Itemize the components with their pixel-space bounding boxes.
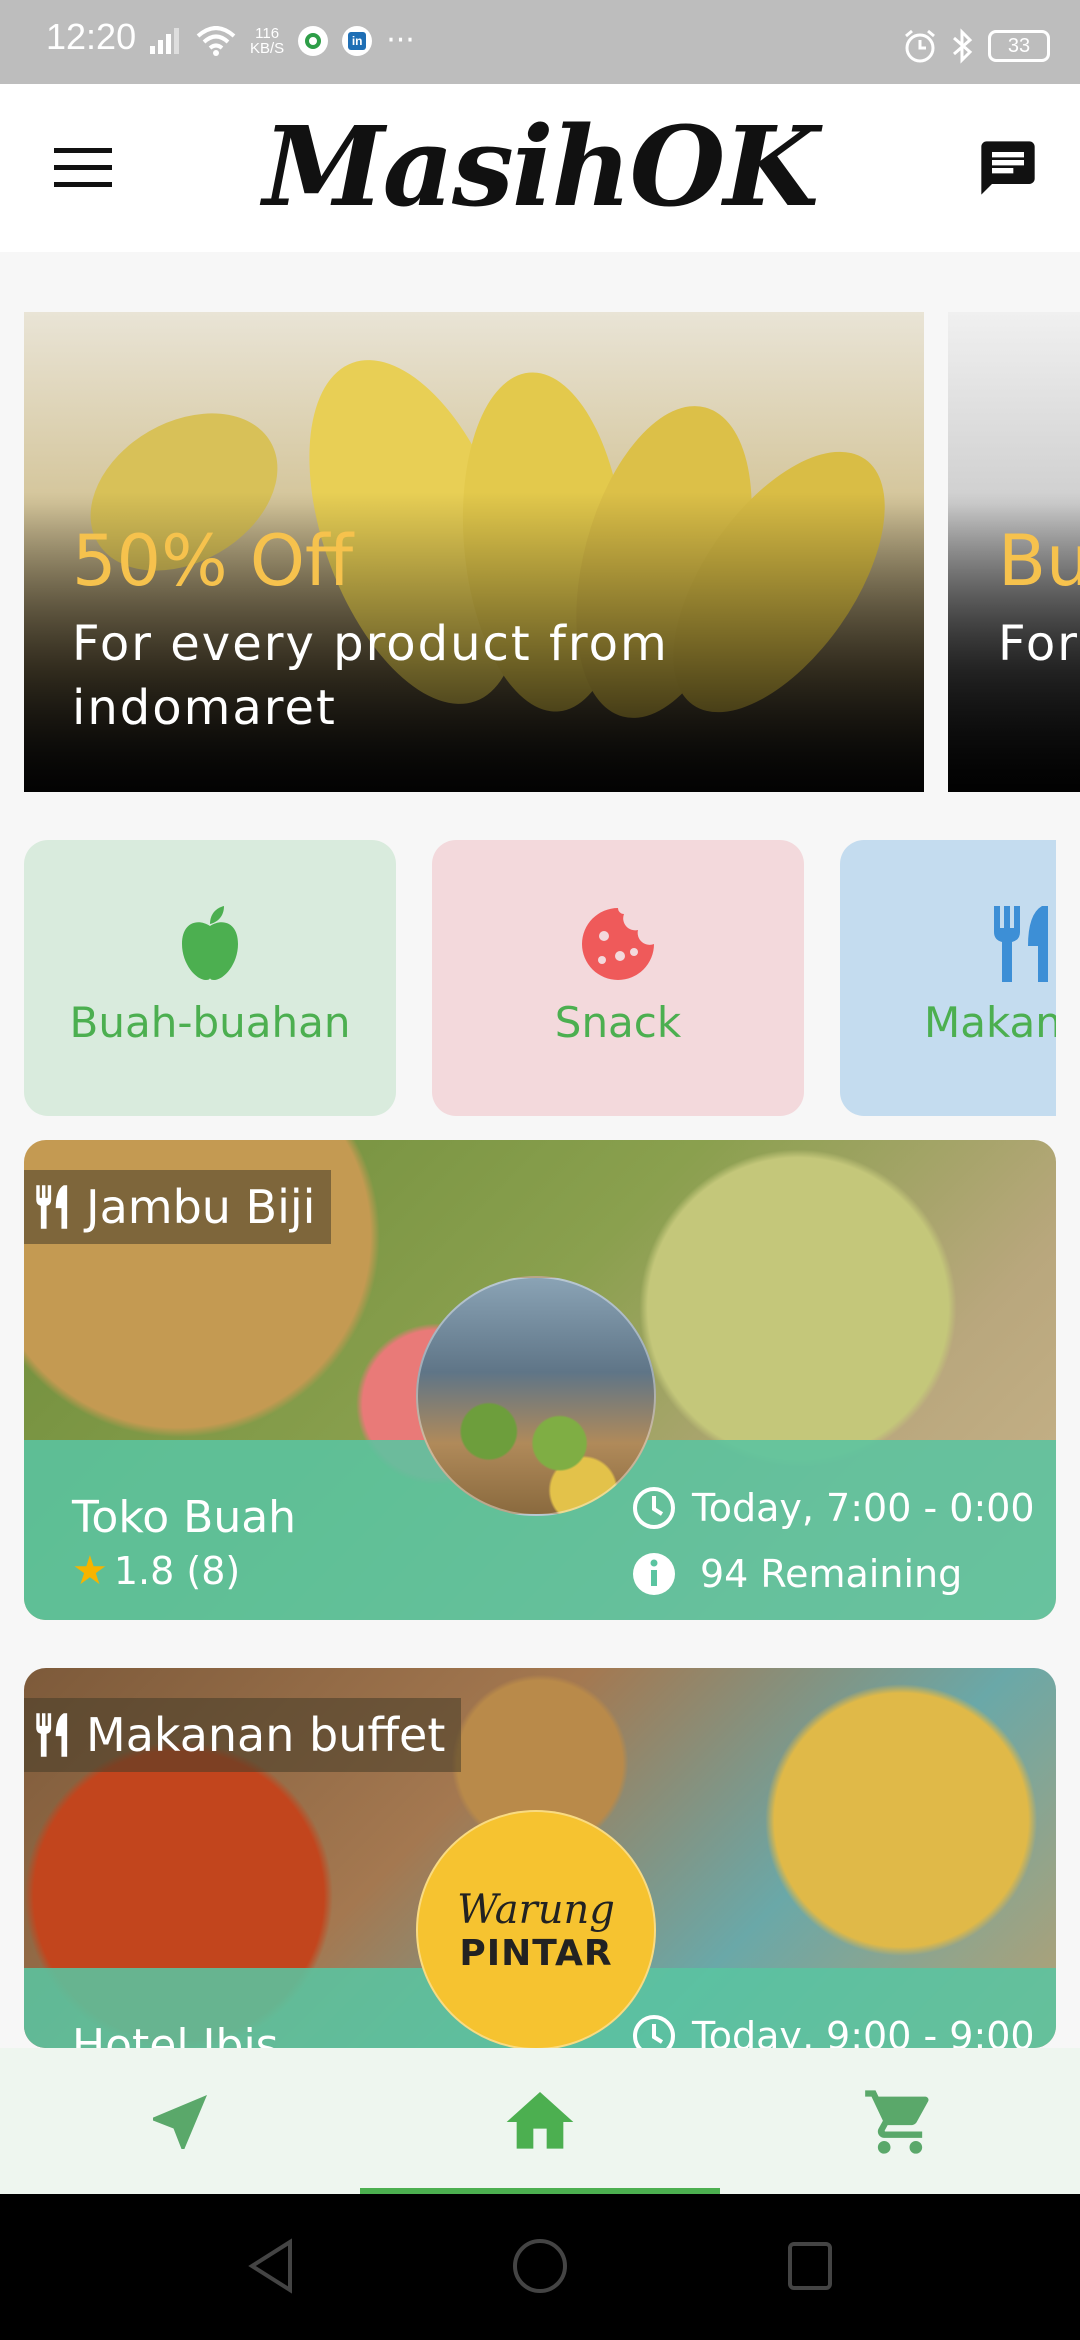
promo-banner[interactable]: 50% Off For every product from indomaret <box>24 312 924 792</box>
cookie-icon <box>582 908 654 980</box>
home-icon <box>506 2092 574 2149</box>
banner-title: 50% Off <box>72 520 354 602</box>
bottom-navigation <box>0 2048 1080 2196</box>
chat-icon[interactable] <box>976 136 1040 200</box>
status-bar: 12:20 116 KB/S in ··· 33 <box>0 0 1080 84</box>
promo-banner[interactable]: Bu For Bua <box>948 312 1080 792</box>
more-icon: ··· <box>386 23 415 58</box>
banner-subtitle: For Bua <box>998 616 1080 672</box>
status-time: 12:20 <box>46 16 137 57</box>
product-tag: Jambu Biji <box>24 1170 332 1244</box>
utensils-icon <box>36 1185 68 1229</box>
status-left-icons: 116 KB/S in ··· <box>150 26 415 56</box>
star-icon: ★ <box>72 1548 108 1594</box>
clock-icon <box>633 1487 675 1529</box>
category-label: Snack <box>554 998 682 1047</box>
battery-icon: 33 <box>988 30 1050 62</box>
utensils-icon <box>994 906 1048 982</box>
app-logo: MasihOK <box>262 102 819 231</box>
home-button-icon[interactable] <box>512 2238 568 2294</box>
signal-icon <box>150 28 179 54</box>
app-bar: MasihOK <box>0 84 1080 252</box>
category-snack[interactable]: Snack <box>432 840 804 1116</box>
category-list: Buah-buahan Snack Makan B <box>24 840 1056 1116</box>
nav-home[interactable] <box>500 2082 580 2162</box>
store-avatar: Warung PINTAR <box>416 1810 656 2048</box>
store-name: Hotel Ibis <box>72 2020 279 2048</box>
network-speed: 116 KB/S <box>250 25 285 57</box>
nav-explore[interactable] <box>140 2082 220 2162</box>
store-name: Toko Buah <box>72 1492 297 1543</box>
status-right-icons: 33 <box>902 28 1050 64</box>
alarm-icon <box>905 29 935 63</box>
store-hours: Today, 9:00 - 9:00 <box>632 2014 1035 2048</box>
bluetooth-icon <box>953 28 973 64</box>
app-notification-icon <box>298 26 329 56</box>
system-navigation-bar <box>0 2194 1080 2340</box>
category-makan[interactable]: Makan B <box>840 840 1056 1116</box>
store-logo-line2: PINTAR <box>459 1932 613 1974</box>
back-icon[interactable] <box>246 2238 296 2294</box>
category-label: Makan B <box>924 998 1056 1047</box>
recents-icon[interactable] <box>786 2238 834 2294</box>
category-buah[interactable]: Buah-buahan <box>24 840 396 1116</box>
product-tag: Makanan buffet <box>24 1698 462 1772</box>
info-icon <box>633 1553 675 1595</box>
store-hours: Today, 7:00 - 0:00 <box>632 1486 1035 1530</box>
cart-icon <box>865 2090 929 2154</box>
banner-title: Bu <box>998 520 1080 602</box>
wifi-icon <box>196 26 236 56</box>
store-card[interactable]: Makanan buffet Warung PINTAR Hotel Ibis … <box>24 1668 1056 2048</box>
product-tag-label: Jambu Biji <box>86 1180 316 1234</box>
clock-icon <box>633 2015 675 2048</box>
navigation-icon <box>153 2095 207 2149</box>
nav-cart[interactable] <box>860 2082 940 2162</box>
banner-subtitle: For every product from indomaret <box>72 616 669 736</box>
store-remaining: 94 Remaining <box>632 1552 962 1596</box>
store-logo-line1: Warung <box>457 1886 615 1933</box>
store-avatar <box>416 1276 656 1516</box>
store-rating: ★ 1.8 (8) <box>72 1548 241 1594</box>
utensils-icon <box>36 1713 68 1757</box>
category-label: Buah-buahan <box>69 998 351 1047</box>
store-card[interactable]: Jambu Biji Toko Buah ★ 1.8 (8) Today, 7:… <box>24 1140 1056 1620</box>
apple-icon <box>182 906 238 980</box>
linkedin-icon: in <box>342 26 373 56</box>
product-tag-label: Makanan buffet <box>86 1708 446 1762</box>
